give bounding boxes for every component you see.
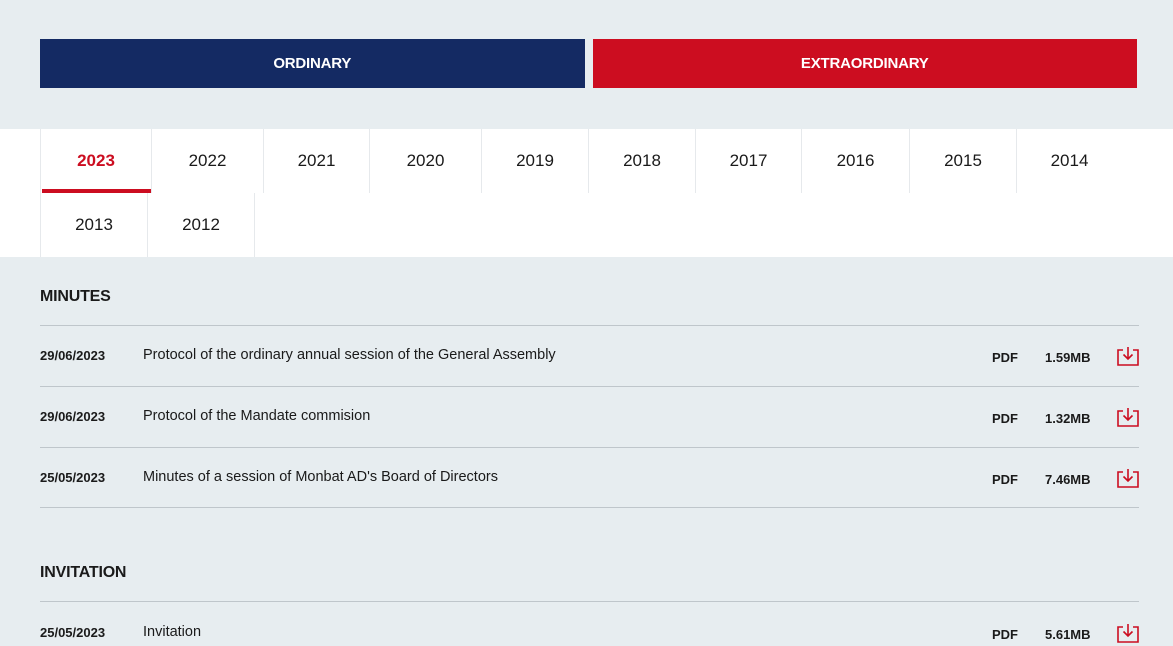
year-tab-2022[interactable]: 2022 [152,129,264,193]
document-row: 25/05/2023 Minutes of a session of Monba… [40,447,1139,508]
year-tab-2016[interactable]: 2016 [802,129,910,193]
document-row: 29/06/2023 Protocol of the Mandate commi… [40,386,1139,447]
document-title-link[interactable]: Protocol of the ordinary annual session … [143,347,556,363]
document-date: 25/05/2023 [40,470,106,485]
download-icon[interactable] [1117,407,1139,427]
year-tab-2018[interactable]: 2018 [589,129,696,193]
year-tab-2017[interactable]: 2017 [696,129,802,193]
download-icon[interactable] [1117,623,1139,643]
year-tab-2013[interactable]: 2013 [40,193,148,257]
document-date: 25/05/2023 [40,625,106,640]
document-format: PDF [992,627,1018,642]
download-icon[interactable] [1117,468,1139,488]
document-title-link[interactable]: Protocol of the Mandate commision [143,408,370,424]
document-date: 29/06/2023 [40,348,106,363]
year-tabs: 2023 2022 2021 2020 2019 2018 2017 2016 … [0,129,1173,257]
document-row: 29/06/2023 Protocol of the ordinary annu… [40,325,1139,386]
download-icon[interactable] [1117,346,1139,366]
year-tab-2023[interactable]: 2023 [40,129,152,193]
document-title-link[interactable]: Minutes of a session of Monbat AD's Boar… [143,469,498,485]
ordinary-tab[interactable]: ORDINARY [40,39,585,88]
year-tab-2014[interactable]: 2014 [1017,129,1122,193]
document-date: 29/06/2023 [40,409,106,424]
invitation-heading: INVITATION [40,564,127,581]
document-title-link[interactable]: Invitation [143,624,201,640]
document-size: 7.46MB [1045,472,1091,487]
document-format: PDF [992,411,1018,426]
document-size: 5.61MB [1045,627,1091,642]
document-format: PDF [992,350,1018,365]
document-size: 1.59MB [1045,350,1091,365]
extraordinary-tab[interactable]: EXTRAORDINARY [592,39,1137,88]
document-row: 25/05/2023 Invitation PDF 5.61MB [40,601,1139,646]
year-tab-2015[interactable]: 2015 [910,129,1017,193]
year-tab-2021[interactable]: 2021 [264,129,370,193]
minutes-list: 29/06/2023 Protocol of the ordinary annu… [40,325,1139,508]
invitation-list: 25/05/2023 Invitation PDF 5.61MB [40,601,1139,646]
year-tab-2020[interactable]: 2020 [370,129,482,193]
document-format: PDF [992,472,1018,487]
document-size: 1.32MB [1045,411,1091,426]
year-tab-2019[interactable]: 2019 [482,129,589,193]
year-tab-2012[interactable]: 2012 [148,193,255,257]
minutes-heading: MINUTES [40,288,111,305]
assembly-type-tabs: ORDINARY EXTRAORDINARY [40,39,1137,88]
